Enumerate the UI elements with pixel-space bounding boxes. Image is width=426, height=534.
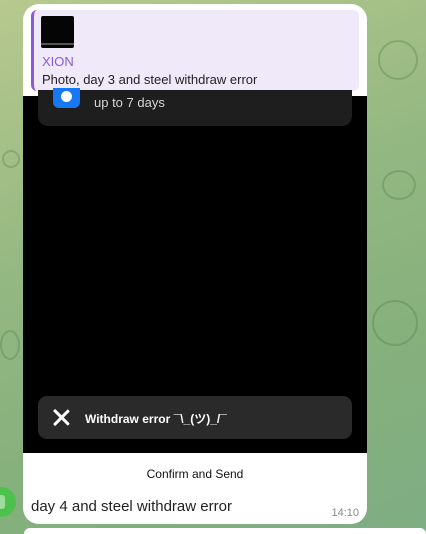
message-text: day 4 and steel withdraw error [31,498,232,515]
notification-card: up to 7 days [38,88,352,126]
reply-preview-text: Photo, day 3 and steel withdraw error [42,72,258,87]
background-doodle [2,150,20,168]
app-icon [53,88,80,108]
message-bubble[interactable]: XION Photo, day 3 and steel withdraw err… [23,4,367,524]
close-icon [53,409,70,426]
confirm-and-send-label: Confirm and Send [146,467,244,481]
reply-preview[interactable]: XION Photo, day 3 and steel withdraw err… [31,10,359,91]
attached-screenshot[interactable]: up to 7 days Withdraw error ¯\_(ツ)_/¯ [23,88,367,453]
sender-avatar[interactable] [0,487,16,517]
toast-text: Withdraw error ¯\_(ツ)_/¯ [85,412,227,426]
message-time: 14:10 [331,507,359,519]
error-toast: Withdraw error ¯\_(ツ)_/¯ [38,396,352,439]
next-message-edge [24,528,426,534]
photo-thumbnail [41,16,74,48]
background-doodle [0,330,20,360]
background-doodle [382,170,416,200]
background-doodle [378,40,418,80]
reply-sender-name: XION [42,54,74,69]
notification-text: up to 7 days [94,95,165,110]
background-doodle [372,300,418,346]
